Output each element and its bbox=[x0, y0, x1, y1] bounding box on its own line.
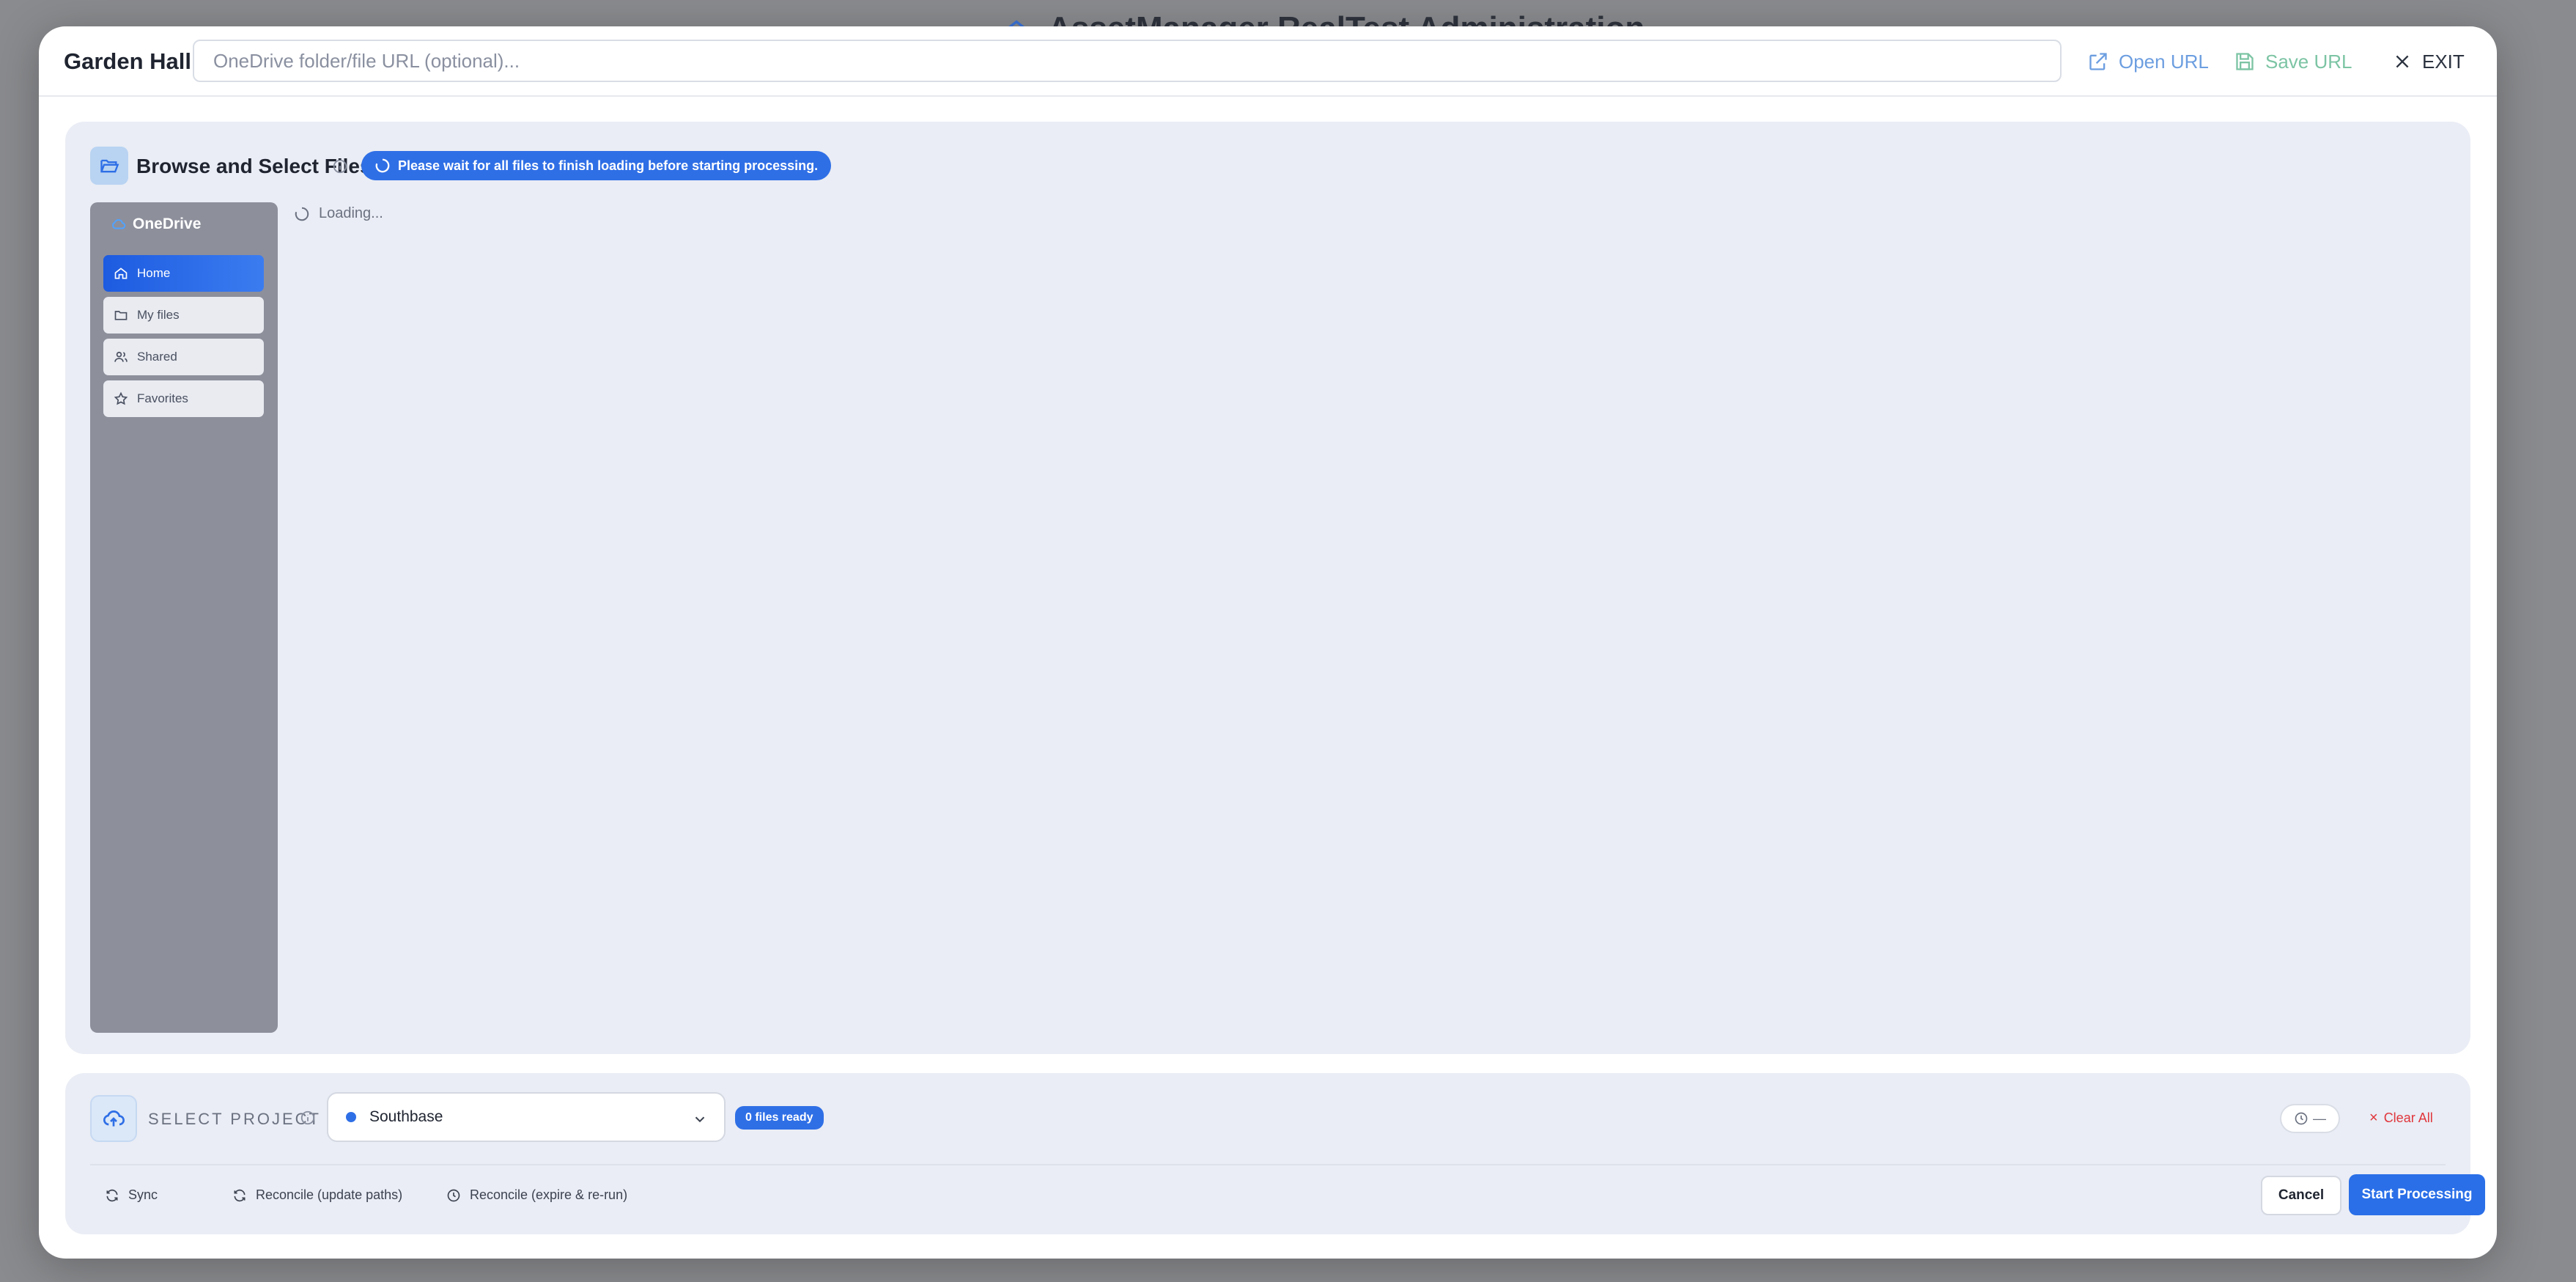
loading-warning-badge: Please wait for all files to finish load… bbox=[361, 151, 832, 180]
close-icon bbox=[2396, 55, 2409, 68]
external-link-icon bbox=[2089, 53, 2107, 70]
sidebar-item-shared[interactable]: Shared bbox=[103, 339, 264, 375]
cloud-upload-icon bbox=[90, 1095, 137, 1142]
home-icon bbox=[114, 268, 128, 279]
exit-button[interactable]: EXIT bbox=[2393, 48, 2465, 75]
clock-icon bbox=[447, 1189, 460, 1201]
reconcile-update-label: Reconcile (update paths) bbox=[256, 1187, 403, 1202]
onedrive-title-label: OneDrive bbox=[133, 215, 202, 232]
project-actions-panel: SELECT PROJECT Southbase 0 files ready —… bbox=[65, 1073, 2485, 1234]
timer-indicator: — bbox=[2280, 1104, 2340, 1133]
sidebar-item-label: Shared bbox=[137, 350, 177, 364]
save-icon bbox=[2236, 53, 2254, 70]
modal-title: Garden Hall bbox=[64, 48, 191, 74]
timer-value: — bbox=[2313, 1110, 2326, 1126]
loading-indicator: Loading... bbox=[294, 205, 383, 222]
reconcile-expire-button[interactable]: Reconcile (expire & re-run) bbox=[446, 1187, 627, 1203]
star-icon bbox=[114, 391, 128, 405]
exit-label: EXIT bbox=[2422, 50, 2465, 73]
select-project-label: SELECT PROJECT bbox=[148, 1110, 321, 1128]
save-url-label: Save URL bbox=[2265, 50, 2352, 73]
loading-warning-text: Please wait for all files to finish load… bbox=[398, 158, 819, 173]
info-icon[interactable] bbox=[332, 158, 348, 174]
reconcile-update-button[interactable]: Reconcile (update paths) bbox=[232, 1187, 402, 1203]
sync-button[interactable]: Sync bbox=[105, 1187, 158, 1203]
close-icon: × bbox=[2369, 1110, 2378, 1126]
project-select[interactable]: Southbase bbox=[327, 1092, 726, 1142]
sync-label: Sync bbox=[128, 1187, 158, 1202]
files-ready-badge: 0 files ready bbox=[735, 1106, 824, 1130]
users-icon bbox=[114, 351, 128, 362]
onedrive-title: OneDrive bbox=[111, 215, 201, 233]
spinner-icon bbox=[375, 158, 390, 173]
cloud-icon bbox=[112, 219, 126, 229]
folder-icon bbox=[114, 311, 128, 320]
onedrive-sidebar: OneDrive Home My files Shared Favorites bbox=[90, 202, 278, 1033]
modal-header: Garden Hall Open URL Save URL EXIT bbox=[39, 26, 2497, 97]
sidebar-item-home[interactable]: Home bbox=[103, 255, 264, 292]
clock-icon bbox=[2295, 1112, 2308, 1125]
start-processing-button[interactable]: Start Processing bbox=[2349, 1174, 2485, 1215]
project-selected-value: Southbase bbox=[369, 1108, 443, 1125]
clear-all-button[interactable]: × Clear All bbox=[2369, 1110, 2433, 1127]
browse-files-panel: Browse and Select Files Please wait for … bbox=[65, 122, 2470, 1054]
file-browser-modal: Garden Hall Open URL Save URL EXIT Brows… bbox=[39, 26, 2497, 1259]
chevron-down-icon bbox=[695, 1116, 705, 1123]
refresh-icon bbox=[106, 1189, 118, 1201]
info-icon[interactable] bbox=[300, 1110, 316, 1126]
onedrive-url-input[interactable] bbox=[193, 40, 2062, 82]
sidebar-item-label: Favorites bbox=[137, 391, 188, 405]
sidebar-item-my-files[interactable]: My files bbox=[103, 297, 264, 334]
sidebar-item-label: My files bbox=[137, 308, 180, 322]
refresh-icon bbox=[234, 1189, 246, 1201]
open-url-button[interactable]: Open URL bbox=[2088, 48, 2209, 75]
clear-all-label: Clear All bbox=[2383, 1110, 2433, 1125]
project-status-dot bbox=[346, 1112, 356, 1122]
save-url-button[interactable]: Save URL bbox=[2234, 48, 2352, 75]
divider bbox=[90, 1164, 2446, 1165]
spinner-icon bbox=[295, 207, 309, 221]
open-url-label: Open URL bbox=[2119, 50, 2209, 73]
sidebar-item-label: Home bbox=[137, 266, 171, 280]
cancel-button[interactable]: Cancel bbox=[2261, 1176, 2341, 1215]
loading-label: Loading... bbox=[319, 205, 383, 221]
sidebar-item-favorites[interactable]: Favorites bbox=[103, 380, 264, 417]
folder-open-icon bbox=[90, 147, 128, 185]
reconcile-expire-label: Reconcile (expire & re-run) bbox=[470, 1187, 628, 1202]
